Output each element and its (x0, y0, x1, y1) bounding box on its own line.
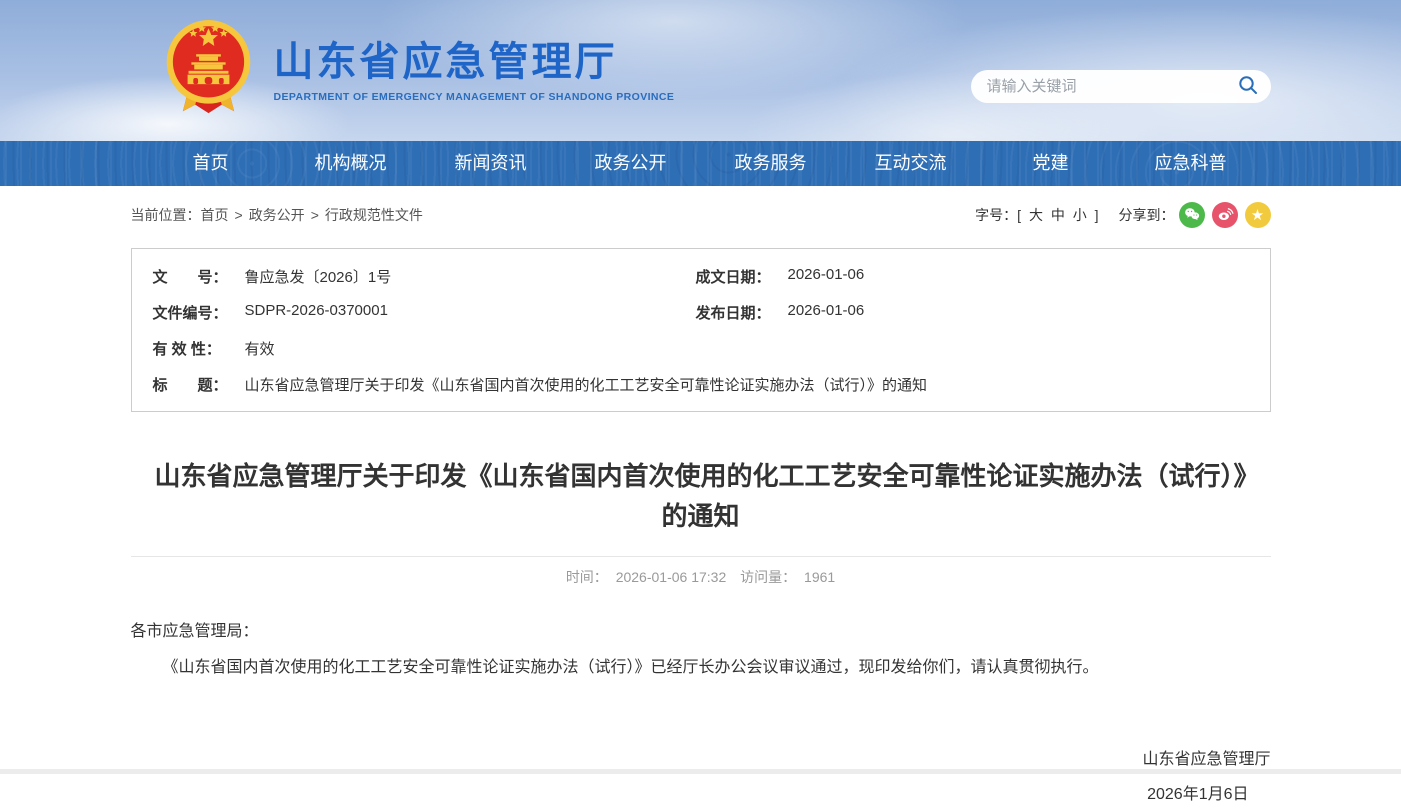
nav-item-home[interactable]: 首页 (141, 141, 281, 186)
article-paragraph: 《山东省国内首次使用的化工工艺安全可靠性论证实施办法（试行）》已经厅长办公会议审… (131, 653, 1271, 683)
font-size-large-button[interactable]: 大 (1029, 207, 1043, 223)
main-navigation: 首页 机构概况 新闻资讯 政务公开 政务服务 互动交流 党建 应急科普 (0, 141, 1401, 186)
doc-title-label: 标 题： (153, 374, 245, 395)
footer-edge (0, 769, 1401, 774)
doc-number-label: 文 号： (153, 266, 245, 287)
table-row: 标 题： 山东省应急管理厅关于印发《山东省国内首次使用的化工工艺安全可靠性论证实… (132, 366, 1270, 402)
page-title: 山东省应急管理厅关于印发《山东省国内首次使用的化工工艺安全可靠性论证实施办法（试… (151, 456, 1251, 536)
breadcrumb-separator: > (235, 207, 243, 223)
table-row: 有 效 性： 有效 (132, 330, 1270, 366)
breadcrumb-prefix: 当前位置： (131, 207, 201, 223)
file-code-value: SDPR-2026-0370001 (245, 302, 388, 323)
national-emblem-logo (161, 19, 256, 122)
publish-date-value: 2026-01-06 (788, 302, 865, 323)
search-box[interactable] (971, 70, 1271, 103)
font-size-small-button[interactable]: 小 (1073, 207, 1087, 223)
document-info-table: 文 号： 鲁应急发〔2026〕1号 成文日期： 2026-01-06 文件编号：… (131, 248, 1271, 412)
validity-label: 有 效 性： (153, 338, 245, 359)
article-body: 各市应急管理局： 《山东省国内首次使用的化工工艺安全可靠性论证实施办法（试行）》… (131, 617, 1271, 812)
article-salutation: 各市应急管理局： (131, 617, 1271, 647)
validity-value: 有效 (245, 338, 275, 359)
written-date-value: 2026-01-06 (788, 266, 865, 287)
weibo-icon (1216, 205, 1234, 226)
share-label: 分享到： (1119, 205, 1175, 225)
font-size-label-close: ] (1095, 207, 1099, 223)
nav-item-interaction[interactable]: 互动交流 (841, 141, 981, 186)
breadcrumb: 当前位置：首页 > 政务公开 > 行政规范性文件 (131, 205, 423, 225)
publish-date-label: 发布日期： (696, 302, 788, 323)
meta-time-label: 时间： (566, 569, 608, 585)
doc-number-value: 鲁应急发〔2026〕1号 (245, 266, 392, 287)
doc-title-value: 山东省应急管理厅关于印发《山东省国内首次使用的化工工艺安全可靠性论证实施办法（试… (245, 374, 928, 395)
site-title-english: DEPARTMENT OF EMERGENCY MANAGEMENT OF SH… (274, 91, 675, 103)
table-row: 文件编号： SDPR-2026-0370001 发布日期： 2026-01-06 (132, 294, 1270, 330)
qzone-star-icon: ★ (1251, 208, 1264, 223)
meta-time-value: 2026-01-06 17:32 (616, 569, 727, 585)
meta-visits-label: 访问量： (740, 569, 796, 585)
share-qzone-button[interactable]: ★ (1245, 202, 1271, 228)
nav-item-emergency-science[interactable]: 应急科普 (1121, 141, 1261, 186)
article-meta-bar: 时间： 2026-01-06 17:32 访问量： 1961 (131, 556, 1271, 587)
breadcrumb-separator: > (311, 207, 319, 223)
font-size-label: 字号：[ (975, 207, 1021, 223)
signature-date: 2026年1月6日 (131, 777, 1271, 812)
search-icon (1237, 74, 1259, 99)
nav-item-party-building[interactable]: 党建 (981, 141, 1121, 186)
breadcrumb-gov-affairs-link[interactable]: 政务公开 (249, 207, 305, 223)
wechat-icon (1183, 205, 1201, 226)
share-wechat-button[interactable] (1179, 202, 1205, 228)
nav-item-news[interactable]: 新闻资讯 (421, 141, 561, 186)
meta-visits-value: 1961 (804, 569, 835, 585)
share-icons: ★ (1179, 202, 1271, 228)
written-date-label: 成文日期： (696, 266, 788, 287)
file-code-label: 文件编号： (153, 302, 245, 323)
site-brand[interactable]: 山东省应急管理厅 DEPARTMENT OF EMERGENCY MANAGEM… (161, 19, 675, 122)
nav-item-organization[interactable]: 机构概况 (281, 141, 421, 186)
search-input[interactable] (987, 78, 1237, 95)
page-tools: 字号：[ 大 中 小 ] 分享到： (973, 202, 1270, 228)
breadcrumb-current-page[interactable]: 行政规范性文件 (325, 207, 423, 223)
search-button[interactable] (1237, 74, 1259, 99)
article-signature: 山东省应急管理厅 2026年1月6日 (131, 742, 1271, 812)
nav-item-gov-services[interactable]: 政务服务 (701, 141, 841, 186)
font-size-control: 字号：[ 大 中 小 ] (973, 205, 1100, 225)
table-row: 文 号： 鲁应急发〔2026〕1号 成文日期： 2026-01-06 (132, 258, 1270, 294)
breadcrumb-home-link[interactable]: 首页 (201, 207, 229, 223)
breadcrumb-toolbar-row: 当前位置：首页 > 政务公开 > 行政规范性文件 字号：[ 大 中 小 ] 分享到： (131, 202, 1271, 228)
nav-item-gov-affairs[interactable]: 政务公开 (561, 141, 701, 186)
share-weibo-button[interactable] (1212, 202, 1238, 228)
site-title: 山东省应急管理厅 (274, 39, 675, 85)
site-header: 山东省应急管理厅 DEPARTMENT OF EMERGENCY MANAGEM… (0, 0, 1401, 141)
font-size-medium-button[interactable]: 中 (1051, 207, 1065, 223)
